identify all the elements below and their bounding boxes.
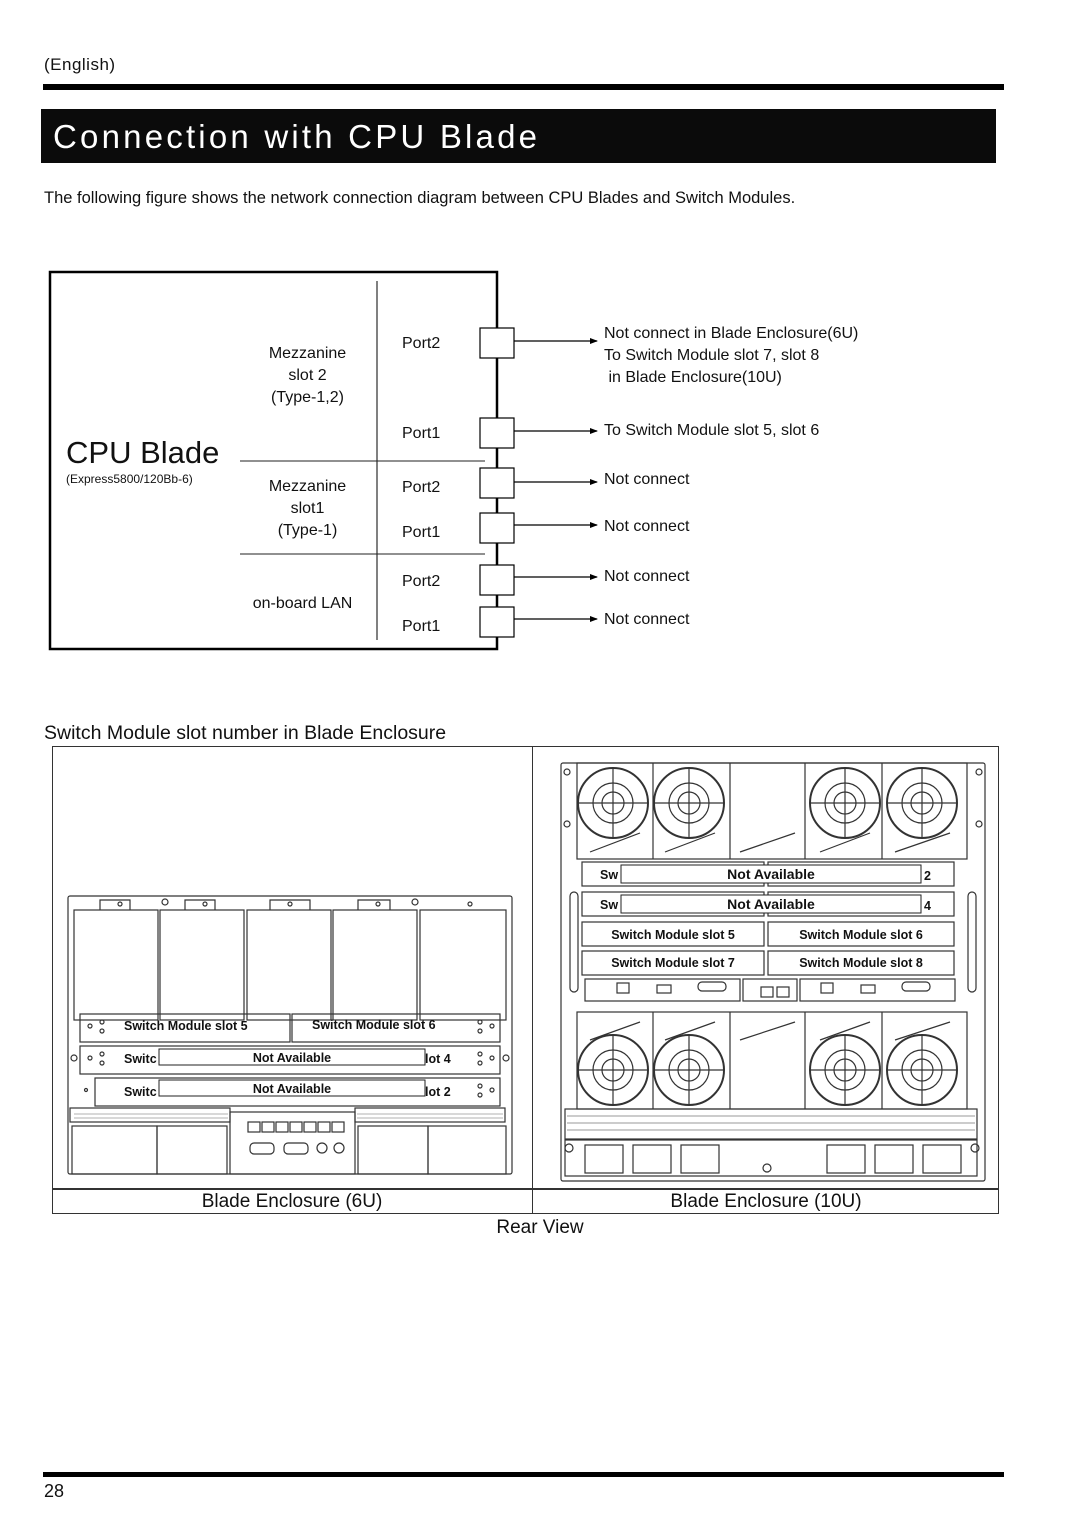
group-label-line: slot1 — [290, 500, 325, 517]
destination-line: in Blade Enclosure(10U) — [604, 369, 782, 386]
port-box — [479, 327, 515, 359]
table-divider — [532, 746, 533, 1214]
group-label-line: Mezzanine — [268, 478, 347, 495]
bottom-rule — [43, 1472, 1004, 1477]
slot-label-10u-8: Switch Module slot 8 — [799, 956, 923, 970]
not-available-label: Not Available — [253, 1082, 331, 1096]
port-label: Port1 — [402, 425, 441, 442]
slot-label-6u-4-stub: lot 4 — [425, 1052, 451, 1066]
table-divider — [52, 1188, 999, 1190]
cpu-blade-title: CPU Blade — [66, 435, 220, 470]
destination-line: To Switch Module slot 7, slot 8 — [604, 347, 820, 364]
section-heading: Switch Module slot number in Blade Enclo… — [44, 722, 447, 744]
destination-text: Not connect — [604, 568, 690, 585]
destination-text: Not connect — [604, 471, 690, 488]
port-box — [479, 564, 515, 596]
not-available-label: Not Available — [253, 1051, 331, 1065]
port-label: Port1 — [402, 524, 441, 541]
group-label-mezzanine-slot2: Mezzanine slot 2 (Type-1,2) — [240, 343, 375, 409]
slot-label-10u-2-stub: 2 — [924, 869, 931, 883]
port-label: Port2 — [402, 573, 441, 590]
rear-view-caption: Rear View — [496, 1217, 584, 1238]
group-label-line: Mezzanine — [268, 345, 347, 362]
destination-line: Not connect in Blade Enclosure(6U) — [604, 325, 859, 342]
page-number: 28 — [44, 1481, 65, 1501]
port-label: Port1 — [402, 618, 441, 635]
not-available-label: Not Available — [727, 896, 815, 912]
not-available-label: Not Available — [727, 866, 815, 882]
destination-text: Not connect in Blade Enclosure(6U) To Sw… — [604, 323, 858, 389]
enclosure-6u-rear-drawing: Switch Module slot 5 Switch Module slot … — [67, 895, 513, 1175]
slot-label-6u-2-stub: lot 2 — [425, 1085, 451, 1099]
port-label: Port2 — [402, 479, 441, 496]
enclosure-6u-caption: Blade Enclosure (6U) — [201, 1191, 383, 1212]
group-label-onboard-lan: on-board LAN — [240, 593, 365, 615]
port-box — [479, 606, 515, 638]
group-label-line: (Type-1) — [277, 522, 338, 539]
slot-label-10u-7: Switch Module slot 7 — [611, 956, 735, 970]
group-label-line: slot 2 — [288, 367, 327, 384]
group-label-line: (Type-1,2) — [271, 389, 344, 406]
slot-label-6u-6: Switch Module slot 6 — [312, 1018, 436, 1032]
enclosure-10u-caption: Blade Enclosure (10U) — [670, 1191, 862, 1212]
slot-label-6u-stub: Switc — [124, 1052, 157, 1066]
port-box — [479, 512, 515, 544]
port-box — [479, 467, 515, 499]
group-label-mezzanine-slot1: Mezzanine slot1 (Type-1) — [240, 476, 375, 542]
slot-label-10u-stub: Sw — [600, 868, 618, 882]
port-label: Port2 — [402, 335, 441, 352]
cpu-blade-diagram — [48, 270, 598, 651]
slot-label-10u-5: Switch Module slot 5 — [611, 928, 735, 942]
slot-label-6u-5: Switch Module slot 5 — [124, 1019, 248, 1033]
enclosure-10u-rear-drawing: Sw 2 Sw 4 Not Available Not Available Sw… — [560, 762, 986, 1182]
port-box — [479, 417, 515, 449]
slot-label-10u-stub: Sw — [600, 898, 618, 912]
group-label-line: on-board LAN — [252, 595, 353, 612]
slot-label-10u-6: Switch Module slot 6 — [799, 928, 923, 942]
destination-text: Not connect — [604, 518, 690, 535]
destination-text: To Switch Module slot 5, slot 6 — [604, 422, 820, 439]
slot-label-6u-stub: Switc — [124, 1085, 157, 1099]
destination-text: Not connect — [604, 611, 690, 628]
cpu-blade-model: (Express5800/120Bb-6) — [66, 472, 193, 486]
slot-label-10u-4-stub: 4 — [924, 899, 931, 913]
